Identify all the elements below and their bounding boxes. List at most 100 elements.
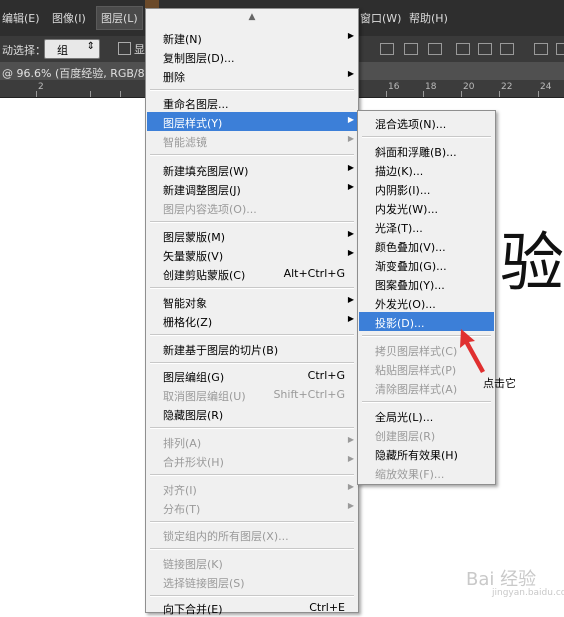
submenu-item-gradient-overlay[interactable]: 渐变叠加(G)... xyxy=(359,255,494,274)
menu-item-create-clipping-mask[interactable]: 创建剪贴蒙版(C) Alt+Ctrl+G xyxy=(147,264,357,283)
menu-item-distribute[interactable]: 分布(T) ▶ xyxy=(147,498,357,517)
menu-item-label: 图层蒙版(M) xyxy=(163,231,226,244)
submenu-item-stroke[interactable]: 描边(K)... xyxy=(359,160,494,179)
menu-item-ungroup-layers[interactable]: 取消图层编组(U) Shift+Ctrl+G xyxy=(147,385,357,404)
submenu-item-scale-effects[interactable]: 缩放效果(F)... xyxy=(359,463,494,482)
menu-item-label: 对齐(I) xyxy=(163,484,197,497)
align-bottom-icon[interactable] xyxy=(428,43,442,55)
auto-select-dropdown[interactable]: 组 ⇕ xyxy=(44,39,100,59)
menu-edit[interactable]: 编辑(E) xyxy=(2,10,40,26)
submenu-item-pattern-overlay[interactable]: 图案叠加(Y)... xyxy=(359,274,494,293)
submenu-item-color-overlay[interactable]: 颜色叠加(V)... xyxy=(359,236,494,255)
menu-item-label: 渐变叠加(G)... xyxy=(375,260,447,273)
align-vcenter-icon[interactable] xyxy=(404,43,418,55)
menu-item-smart-object[interactable]: 智能对象 ▶ xyxy=(147,292,357,311)
menu-item-label: 取消图层编组(U) xyxy=(163,390,246,403)
menu-separator xyxy=(362,401,491,403)
menu-item-label: 复制图层(D)... xyxy=(163,52,235,65)
menu-item-combine-shapes[interactable]: 合并形状(H) ▶ xyxy=(147,451,357,470)
menu-separator xyxy=(150,548,354,550)
submenu-arrow-icon: ▶ xyxy=(347,295,354,304)
submenu-arrow-icon: ▶ xyxy=(347,115,354,124)
menu-item-vector-mask[interactable]: 矢量蒙版(V) ▶ xyxy=(147,245,357,264)
canvas-text: 验 xyxy=(500,227,564,301)
menu-item-new[interactable]: 新建(N) ▶ xyxy=(147,28,357,47)
updown-arrows-icon: ⇕ xyxy=(86,41,95,52)
menu-item-label: 描边(K)... xyxy=(375,165,424,178)
menu-item-merge-down[interactable]: 向下合并(E) Ctrl+E xyxy=(147,598,357,617)
menu-item-label: 智能对象 xyxy=(163,297,207,310)
menu-separator xyxy=(150,427,354,429)
menu-item-label: 隐藏图层(R) xyxy=(163,409,224,422)
ruler-tick xyxy=(499,91,500,97)
align-top-icon[interactable] xyxy=(380,43,394,55)
menu-window[interactable]: 窗口(W) xyxy=(360,10,401,26)
menu-item-arrange[interactable]: 排列(A) ▶ xyxy=(147,432,357,451)
menu-separator xyxy=(362,136,491,138)
distribute-top-icon[interactable] xyxy=(534,43,548,55)
submenu-item-satin[interactable]: 光泽(T)... xyxy=(359,217,494,236)
menu-separator xyxy=(150,89,354,91)
submenu-item-inner-shadow[interactable]: 内阴影(I)... xyxy=(359,179,494,198)
submenu-arrow-icon: ▶ xyxy=(347,501,354,510)
menu-item-shortcut: Shift+Ctrl+G xyxy=(273,388,345,401)
menu-item-new-adjustment-layer[interactable]: 新建调整图层(J) ▶ xyxy=(147,179,357,198)
submenu-item-global-light[interactable]: 全局光(L)... xyxy=(359,406,494,425)
menu-item-smart-filter[interactable]: 智能滤镜 ▶ xyxy=(147,131,357,150)
menu-item-label: 矢量蒙版(V) xyxy=(163,250,224,263)
menu-item-label: 新建填充图层(W) xyxy=(163,165,249,178)
menu-item-new-fill-layer[interactable]: 新建填充图层(W) ▶ xyxy=(147,160,357,179)
ruler-number: 24 xyxy=(540,82,552,92)
menu-item-lock-all-layers[interactable]: 锁定组内的所有图层(X)... xyxy=(147,525,357,544)
menu-item-layer-style[interactable]: 图层样式(Y) ▶ xyxy=(147,112,357,131)
submenu-item-create-layer[interactable]: 创建图层(R) xyxy=(359,425,494,444)
menu-item-rename-layer[interactable]: 重命名图层... xyxy=(147,93,357,112)
menu-item-align[interactable]: 对齐(I) ▶ xyxy=(147,479,357,498)
menu-image[interactable]: 图像(I) xyxy=(52,10,86,26)
menu-layer[interactable]: 图层(L) xyxy=(96,6,143,30)
align-right-icon[interactable] xyxy=(500,43,514,55)
menu-item-label: 图层样式(Y) xyxy=(163,117,223,130)
submenu-item-hide-all-effects[interactable]: 隐藏所有效果(H) xyxy=(359,444,494,463)
menu-item-label: 颜色叠加(V)... xyxy=(375,241,446,254)
menu-item-select-linked-layers[interactable]: 选择链接图层(S) xyxy=(147,572,357,591)
menu-item-group-layers[interactable]: 图层编组(G) Ctrl+G xyxy=(147,366,357,385)
menu-item-label: 斜面和浮雕(B)... xyxy=(375,146,457,159)
submenu-item-bevel-emboss[interactable]: 斜面和浮雕(B)... xyxy=(359,141,494,160)
submenu-item-outer-glow[interactable]: 外发光(O)... xyxy=(359,293,494,312)
align-hcenter-icon[interactable] xyxy=(478,43,492,55)
submenu-item-clear-layer-style[interactable]: 清除图层样式(A) xyxy=(359,378,494,397)
menu-item-label: 删除 xyxy=(163,71,185,84)
menu-item-layer-content-options[interactable]: 图层内容选项(O)... xyxy=(147,198,357,217)
show-transform-checkbox[interactable] xyxy=(118,42,131,55)
menu-separator xyxy=(150,334,354,336)
submenu-item-blending-options[interactable]: 混合选项(N)... xyxy=(359,113,494,132)
menu-item-label: 投影(D)... xyxy=(375,317,425,330)
menu-item-duplicate-layer[interactable]: 复制图层(D)... xyxy=(147,47,357,66)
submenu-arrow-icon: ▶ xyxy=(347,182,354,191)
menu-item-label: 栅格化(Z) xyxy=(163,316,213,329)
align-left-icon[interactable] xyxy=(456,43,470,55)
scroll-up-icon[interactable]: ▲ xyxy=(146,12,358,22)
menu-help[interactable]: 帮助(H) xyxy=(409,10,448,26)
menu-item-shortcut: Ctrl+G xyxy=(307,369,345,382)
show-transform-label: 显 xyxy=(134,43,145,56)
menu-item-new-layer-based-slice[interactable]: 新建基于图层的切片(B) xyxy=(147,339,357,358)
layer-menu: ▲ 新建(N) ▶ 复制图层(D)... 删除 ▶ 重命名图层... 图层样式(Y)… xyxy=(145,8,359,616)
submenu-item-inner-glow[interactable]: 内发光(W)... xyxy=(359,198,494,217)
menu-item-rasterize[interactable]: 栅格化(Z) ▶ xyxy=(147,311,357,330)
menu-item-delete[interactable]: 删除 ▶ xyxy=(147,66,357,85)
distribute-vcenter-icon[interactable] xyxy=(556,43,564,55)
menu-item-layer-mask[interactable]: 图层蒙版(M) ▶ xyxy=(147,226,357,245)
menu-item-label: 混合选项(N)... xyxy=(375,118,447,131)
submenu-arrow-icon: ▶ xyxy=(347,454,354,463)
menu-separator xyxy=(150,154,354,156)
menu-item-label: 智能滤镜 xyxy=(163,136,207,149)
menu-item-label: 合并形状(H) xyxy=(163,456,224,469)
menu-item-link-layers[interactable]: 链接图层(K) xyxy=(147,553,357,572)
submenu-arrow-icon: ▶ xyxy=(347,134,354,143)
ruler-number: 22 xyxy=(501,82,513,92)
ruler-tick xyxy=(461,91,462,97)
submenu-arrow-icon: ▶ xyxy=(347,31,354,40)
menu-item-hide-layers[interactable]: 隐藏图层(R) xyxy=(147,404,357,423)
